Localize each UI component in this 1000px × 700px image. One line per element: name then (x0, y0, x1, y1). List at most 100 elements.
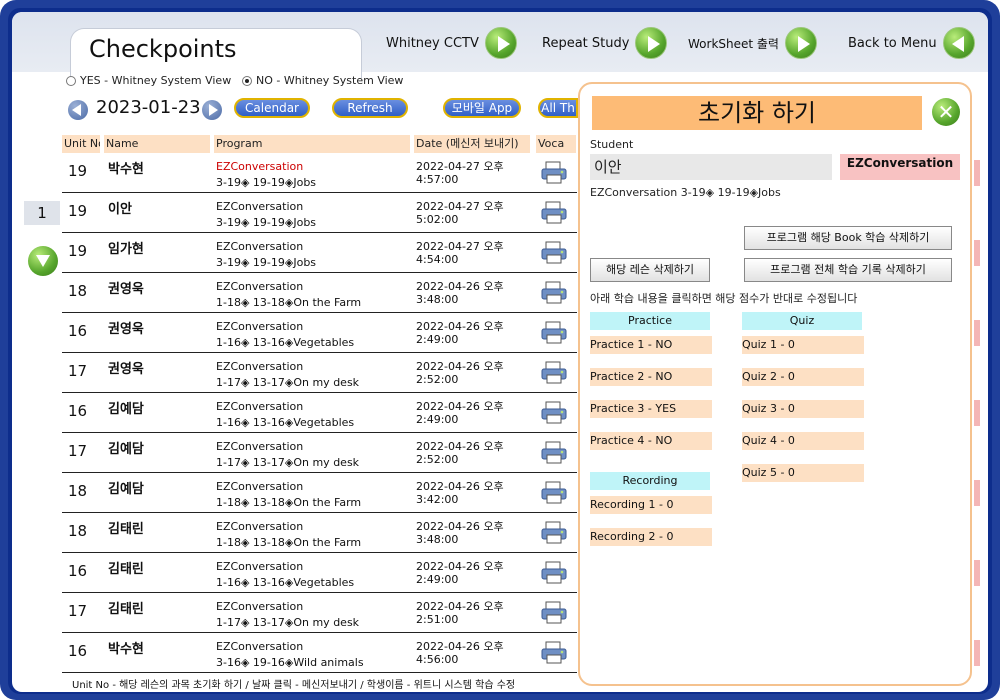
printer-icon[interactable] (540, 241, 568, 265)
mobile-app-button[interactable]: 모바일 App (443, 98, 521, 118)
radio-yes[interactable] (66, 75, 76, 86)
date-cell[interactable]: 2022-04-26 오후 (416, 278, 504, 294)
unit-no-cell[interactable]: 17 (68, 362, 87, 380)
time-cell[interactable]: 2:52:00 (416, 453, 458, 466)
close-icon[interactable]: ✕ (932, 98, 960, 126)
date-cell[interactable]: 2022-04-27 오후 (416, 238, 504, 254)
printer-icon[interactable] (540, 281, 568, 305)
practice-item[interactable]: Practice 2 - NO (590, 368, 712, 386)
quiz-item[interactable]: Quiz 2 - 0 (742, 368, 864, 386)
student-name-cell[interactable]: 김태린 (108, 518, 144, 537)
printer-icon[interactable] (540, 161, 568, 185)
table-row: 16 권영욱 EZConversation 1-16◈ 13-16◈Vegetable… (62, 313, 577, 353)
date-cell[interactable]: 2022-04-26 오후 (416, 478, 504, 494)
quiz-item[interactable]: Quiz 3 - 0 (742, 400, 864, 418)
date-cell[interactable]: 2022-04-27 오후 (416, 158, 504, 174)
delete-all-button[interactable]: 프로그램 전체 학습 기록 삭제하기 (744, 258, 952, 282)
practice-item[interactable]: Practice 3 - YES (590, 400, 712, 418)
unit-no-cell[interactable]: 18 (68, 282, 87, 300)
worksheet-print-button[interactable]: WorkSheet 출력 (688, 26, 817, 60)
next-date-icon[interactable] (202, 100, 222, 120)
student-name-cell[interactable]: 박수현 (108, 638, 144, 657)
calendar-button[interactable]: Calendar (234, 98, 310, 118)
student-name-cell[interactable]: 김태린 (108, 558, 144, 577)
back-arrow-icon (942, 27, 975, 59)
printer-icon[interactable] (540, 601, 568, 625)
repeat-study-button[interactable]: Repeat Study (542, 26, 668, 60)
printer-icon[interactable] (540, 561, 568, 585)
unit-no-cell[interactable]: 17 (68, 442, 87, 460)
whitney-cctv-button[interactable]: Whitney CCTV (386, 26, 517, 60)
time-cell[interactable]: 3:48:00 (416, 533, 458, 546)
unit-no-cell[interactable]: 18 (68, 482, 87, 500)
time-cell[interactable]: 4:56:00 (416, 653, 458, 666)
printer-icon[interactable] (540, 321, 568, 345)
printer-icon[interactable] (540, 481, 568, 505)
date-cell[interactable]: 2022-04-27 오후 (416, 198, 504, 214)
recording-item[interactable]: Recording 1 - 0 (590, 496, 712, 514)
date-cell[interactable]: 2022-04-26 오후 (416, 638, 504, 654)
unit-no-cell[interactable]: 19 (68, 202, 87, 220)
printer-icon[interactable] (540, 401, 568, 425)
time-cell[interactable]: 3:48:00 (416, 293, 458, 306)
printer-icon[interactable] (540, 441, 568, 465)
date-cell[interactable]: 2022-04-26 오후 (416, 598, 504, 614)
date-cell[interactable]: 2022-04-26 오후 (416, 518, 504, 534)
student-name-cell[interactable]: 권영욱 (108, 318, 144, 337)
time-cell[interactable]: 2:49:00 (416, 573, 458, 586)
delete-lesson-button[interactable]: 해당 레슨 삭제하기 (590, 258, 710, 282)
date-cell[interactable]: 2022-04-26 오후 (416, 558, 504, 574)
view-option-no[interactable]: NO - Whitney System View (242, 74, 403, 87)
prev-date-icon[interactable] (68, 100, 88, 120)
time-cell[interactable]: 3:42:00 (416, 493, 458, 506)
unit-no-cell[interactable]: 18 (68, 522, 87, 540)
student-name-cell[interactable]: 김예담 (108, 478, 144, 497)
radio-no[interactable] (242, 75, 252, 86)
all-button[interactable]: All Th (538, 98, 578, 118)
student-name-cell[interactable]: 권영욱 (108, 358, 144, 377)
printer-icon[interactable] (540, 361, 568, 385)
current-date[interactable]: 2023-01-23 (96, 97, 201, 118)
time-cell[interactable]: 4:57:00 (416, 173, 458, 186)
quiz-item[interactable]: Quiz 1 - 0 (742, 336, 864, 354)
view-option-yes[interactable]: YES - Whitney System View (66, 74, 231, 87)
unit-no-cell[interactable]: 19 (68, 162, 87, 180)
time-cell[interactable]: 5:02:00 (416, 213, 458, 226)
unit-no-cell[interactable]: 16 (68, 642, 87, 660)
refresh-button[interactable]: Refresh (332, 98, 408, 118)
unit-no-cell[interactable]: 16 (68, 562, 87, 580)
app-canvas: Checkpoints Whitney CCTV Repeat Study Wo… (12, 12, 988, 692)
unit-no-cell[interactable]: 16 (68, 322, 87, 340)
practice-item[interactable]: Practice 4 - NO (590, 432, 712, 450)
time-cell[interactable]: 2:49:00 (416, 333, 458, 346)
time-cell[interactable]: 4:54:00 (416, 253, 458, 266)
back-to-menu-button[interactable]: Back to Menu (848, 26, 975, 60)
delete-book-button[interactable]: 프로그램 해당 Book 학습 삭제하기 (744, 226, 952, 250)
quiz-item[interactable]: Quiz 5 - 0 (742, 464, 864, 482)
quiz-item[interactable]: Quiz 4 - 0 (742, 432, 864, 450)
unit-no-cell[interactable]: 16 (68, 402, 87, 420)
student-name-cell[interactable]: 권영욱 (108, 278, 144, 297)
time-cell[interactable]: 2:51:00 (416, 613, 458, 626)
practice-item[interactable]: Practice 1 - NO (590, 336, 712, 354)
student-name-cell[interactable]: 박수현 (108, 158, 144, 177)
date-cell[interactable]: 2022-04-26 오후 (416, 398, 504, 414)
time-cell[interactable]: 2:52:00 (416, 373, 458, 386)
printer-icon[interactable] (540, 201, 568, 225)
date-cell[interactable]: 2022-04-26 오후 (416, 438, 504, 454)
date-cell[interactable]: 2022-04-26 오후 (416, 358, 504, 374)
student-name-cell[interactable]: 김태린 (108, 598, 144, 617)
page-number[interactable]: 1 (24, 201, 60, 225)
date-cell[interactable]: 2022-04-26 오후 (416, 318, 504, 334)
student-name-cell[interactable]: 임가현 (108, 238, 144, 257)
time-cell[interactable]: 2:49:00 (416, 413, 458, 426)
recording-item[interactable]: Recording 2 - 0 (590, 528, 712, 546)
arrow-down-icon[interactable] (28, 246, 58, 276)
unit-no-cell[interactable]: 17 (68, 602, 87, 620)
student-name-cell[interactable]: 김예담 (108, 398, 144, 417)
student-name-cell[interactable]: 이안 (108, 198, 132, 217)
printer-icon[interactable] (540, 641, 568, 665)
printer-icon[interactable] (540, 521, 568, 545)
student-name-cell[interactable]: 김예담 (108, 438, 144, 457)
unit-no-cell[interactable]: 19 (68, 242, 87, 260)
